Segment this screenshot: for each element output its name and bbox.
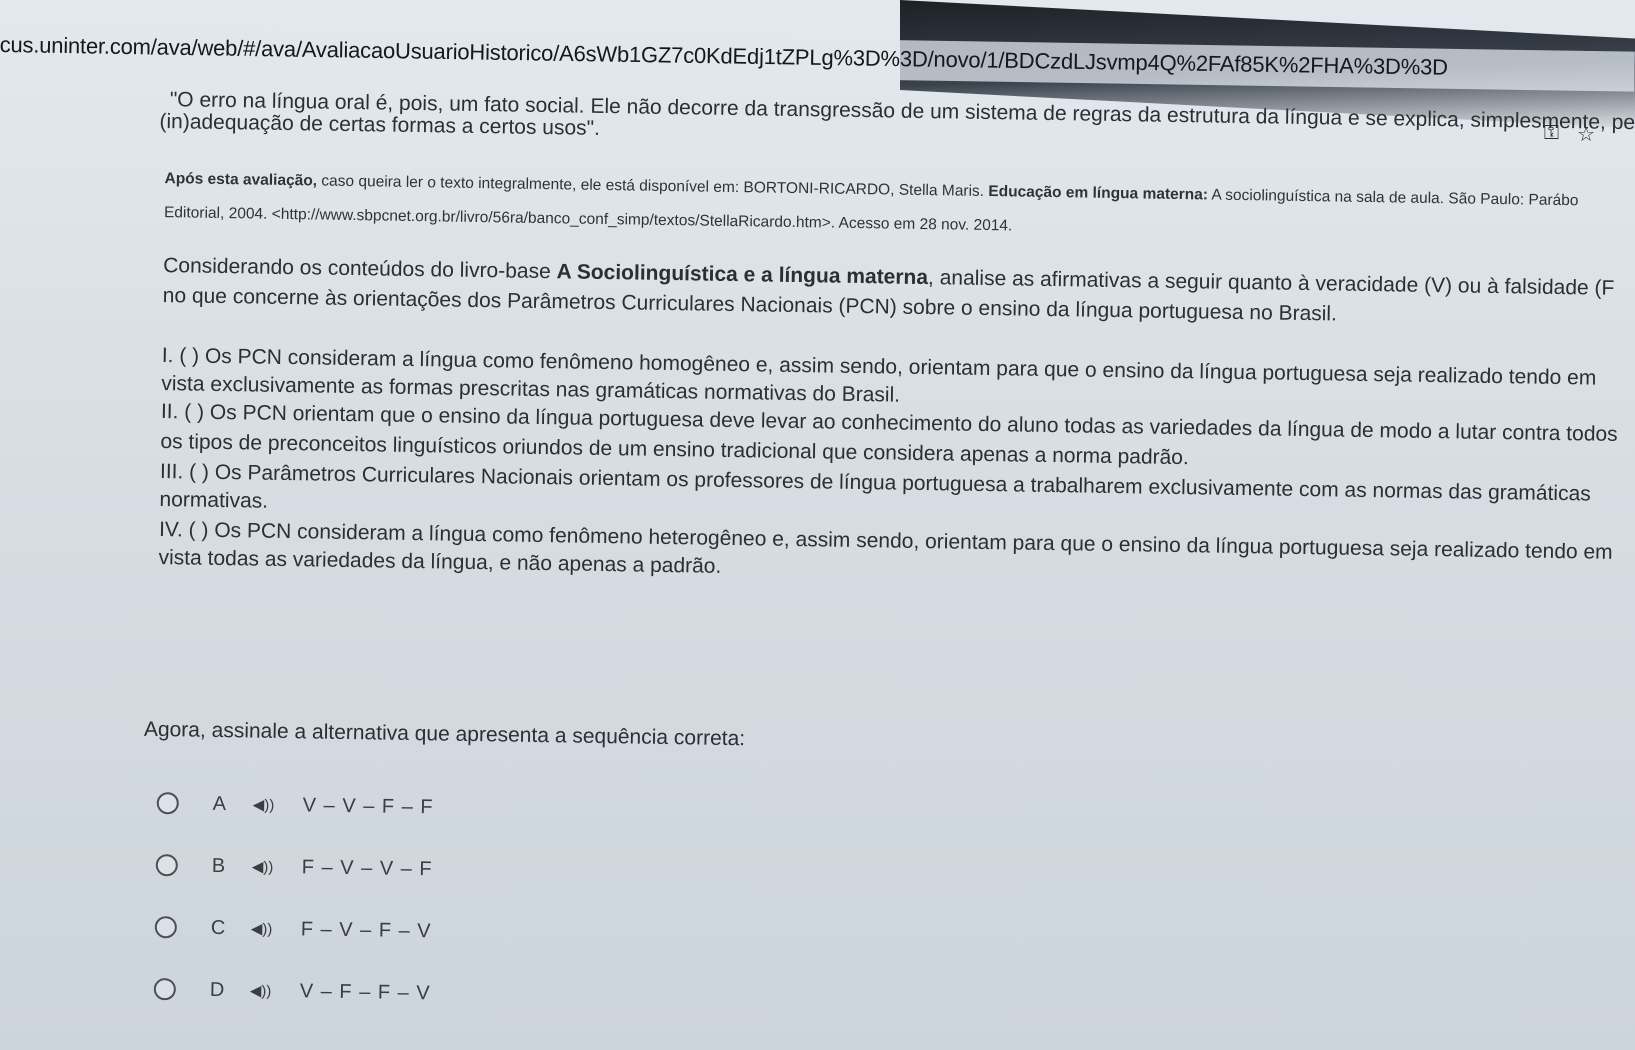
intro-book-title: A Sociolinguística e a língua materna [556,260,929,290]
speaker-icon[interactable]: ◀)) [251,920,301,939]
statement-3-line-2: normativas. [159,488,269,513]
screen-photo: cus.uninter.com/ava/web/#/ava/AvaliacaoU… [0,0,1635,1050]
option-d-radio[interactable] [153,978,177,1001]
option-c-radio[interactable] [154,916,177,939]
option-c[interactable]: C ◀)) F – V – F – V [154,912,432,946]
option-d-letter: D [209,978,225,1001]
intro-end: , analise as afirmativas a seguir quanto… [927,266,1615,300]
note-book-rest: A sociolinguística na sala de aula. São … [1207,186,1579,210]
statement-4-line-2: vista todas as variedades da língua, e n… [158,546,722,578]
option-b-letter: B [211,854,226,877]
answer-prompt: Agora, assinale a alternativa que aprese… [143,717,746,751]
option-a[interactable]: A ◀)) V – V – F – F [156,788,434,822]
option-a-letter: A [212,792,227,815]
note-book-title: Educação em língua materna: [988,183,1209,204]
reference-note-line-2: Editorial, 2004. <http://www.sbpcnet.org… [163,204,1013,235]
speaker-icon[interactable]: ◀)) [250,982,300,1001]
option-b-radio[interactable] [155,854,178,877]
option-d-text: V – F – F – V [299,979,431,1004]
speaker-icon[interactable]: ◀)) [252,858,302,877]
statement-3-line-1: III. ( ) Os Parâmetros Curriculares Naci… [159,460,1591,506]
reference-note: Após esta avaliação, caso queira ler o t… [164,170,1578,210]
note-rest: caso queira ler o texto integralmente, e… [316,172,989,201]
speaker-icon[interactable]: ◀)) [253,796,303,815]
option-b-text: F – V – V – F [301,855,433,880]
option-a-radio[interactable] [156,792,179,815]
option-a-text: V – V – F – F [302,793,434,818]
option-c-text: F – V – F – V [300,917,432,942]
option-d[interactable]: D ◀)) V – F – F – V [153,974,431,1008]
note-bold: Após esta avaliação, [164,170,318,190]
option-b[interactable]: B ◀)) F – V – V – F [155,850,433,884]
intro-start: Considerando os conteúdos do livro-base [163,254,557,284]
option-c-letter: C [210,916,226,939]
